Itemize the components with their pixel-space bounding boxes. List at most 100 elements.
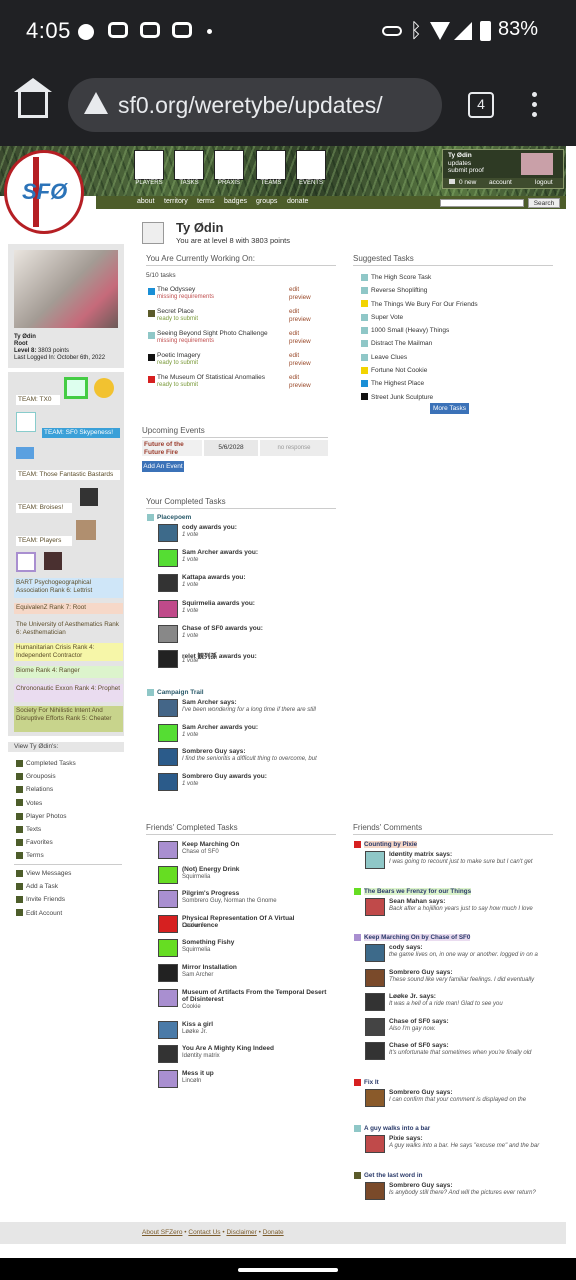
suggested-task-row[interactable]: Leave Clues	[361, 351, 541, 364]
avatar[interactable]	[158, 963, 178, 982]
preview-link[interactable]: preview	[289, 338, 311, 345]
avatar[interactable]	[158, 574, 178, 593]
team-broises[interactable]: TEAM: Broises!	[16, 503, 72, 513]
suggested-task-row[interactable]: Super Vote	[361, 311, 541, 324]
view-completed-tasks[interactable]: Completed Tasks	[16, 757, 76, 770]
search-input[interactable]	[440, 199, 524, 207]
preview-link[interactable]: preview	[289, 382, 311, 389]
suggested-task-name[interactable]: Leave Clues	[371, 354, 407, 361]
add-event-button[interactable]: Add An Event	[142, 461, 184, 472]
view-messages-link[interactable]: View Messages	[16, 867, 71, 880]
add-task-link[interactable]: Add a Task	[16, 880, 71, 893]
suggested-task-name[interactable]: Street Junk Sculpture	[371, 394, 433, 401]
avatar[interactable]	[158, 1045, 178, 1064]
not-secure-warning-icon[interactable]	[84, 92, 108, 114]
avatar[interactable]	[158, 524, 178, 542]
avatar[interactable]	[158, 865, 178, 884]
preview-link[interactable]: preview	[289, 360, 311, 367]
comment-task-name[interactable]: Keep Marching On by Chase of SF0	[364, 934, 471, 942]
friend-task-name[interactable]: You Are A Mighty King Indeed	[182, 1045, 332, 1052]
comment-author[interactable]: cody says:	[389, 944, 423, 951]
user-box-submit[interactable]: submit proof	[448, 167, 484, 174]
edit-link[interactable]: edit	[289, 286, 299, 293]
preview-link[interactable]: preview	[289, 294, 311, 301]
suggested-task-row[interactable]: Fortune Not Cookie	[361, 364, 541, 377]
rank-chrononautic[interactable]: Chrononautic Exxon Rank 4: Prophet	[14, 684, 123, 702]
comment-author[interactable]: Pixie says:	[389, 1135, 423, 1142]
completed-task-name[interactable]: Placepoem	[157, 514, 191, 521]
nav-players[interactable]: PLAYERS	[129, 180, 169, 186]
user-box-new[interactable]: 0 new	[459, 179, 476, 186]
activity-author[interactable]: Squirmelia awards you:	[182, 600, 255, 607]
comment-task-header[interactable]: The Bears we Frenzy for our Things	[354, 887, 554, 898]
home-button[interactable]	[18, 90, 48, 118]
avatar[interactable]	[158, 624, 178, 643]
nav-events[interactable]: EVENTS	[291, 180, 331, 186]
comment-task-name[interactable]: Get the last word in	[364, 1172, 422, 1179]
suggested-task-name[interactable]: The High Score Task	[371, 274, 431, 281]
rank-aesthematics[interactable]: The University of Aesthematics Rank 6: A…	[14, 620, 123, 638]
friend-task-player[interactable]: Squirmelia	[182, 947, 210, 953]
invite-friends-link[interactable]: Invite Friends	[16, 893, 71, 906]
comment-task-header[interactable]: Fix It	[354, 1078, 554, 1089]
team-badge[interactable]	[44, 552, 62, 570]
suggested-task-name[interactable]: Super Vote	[371, 314, 403, 321]
search-button[interactable]: Search	[528, 198, 560, 208]
menu-donate[interactable]: donate	[287, 198, 308, 205]
friend-task-name[interactable]: Museum of Artifacts From the Temporal De…	[182, 989, 332, 1003]
friend-task-name[interactable]: Keep Marching On	[182, 841, 332, 848]
user-avatar[interactable]	[521, 153, 553, 175]
suggested-task-name[interactable]: The Things We Bury For Our Friends	[371, 301, 478, 308]
comment-author[interactable]: Chase of SF0 says:	[389, 1042, 449, 1049]
avatar[interactable]	[158, 699, 178, 718]
avatar[interactable]	[158, 841, 178, 859]
friend-task-name[interactable]: Pilgrim's Progress	[182, 890, 332, 897]
user-box-name[interactable]: Ty Ødin	[448, 152, 472, 159]
avatar[interactable]	[158, 939, 178, 958]
user-box-logout[interactable]: logout	[535, 179, 553, 186]
activity-author[interactable]: Kattapa awards you:	[182, 574, 246, 581]
comment-author[interactable]: Sombrero Guy says:	[389, 1182, 453, 1189]
comment-author[interactable]: Sean Mahan says:	[389, 898, 445, 905]
activity-author[interactable]: Sombrero Guy says:	[182, 748, 246, 755]
comment-author[interactable]: Sombrero Guy says:	[389, 969, 453, 976]
rank-bart[interactable]: BART Psychogeographical Association Rank…	[14, 578, 123, 598]
event-name[interactable]: Future of the Future Fire	[142, 440, 202, 456]
comment-task-header[interactable]: A guy walks into a bar	[354, 1125, 554, 1135]
sf0-logo[interactable]: SFØ	[4, 150, 84, 234]
friend-task-player[interactable]: Chase of SF0	[182, 849, 219, 855]
avatar[interactable]	[158, 890, 178, 909]
tasks-icon[interactable]	[174, 150, 204, 180]
edit-link[interactable]: edit	[289, 308, 299, 315]
suggested-task-row[interactable]: The High Score Task	[361, 271, 541, 284]
avatar[interactable]	[158, 649, 178, 668]
working-task-name[interactable]: Secret Place	[157, 308, 194, 315]
comment-task-name[interactable]: The Bears we Frenzy for our Things	[364, 887, 472, 895]
activity-author[interactable]: cody awards you:	[182, 524, 237, 531]
team-sf0-skypeness[interactable]: TEAM: SF0 Skypeness!	[42, 428, 120, 438]
avatar[interactable]	[158, 748, 178, 767]
nav-praxis[interactable]: PRAXIS	[209, 180, 249, 186]
working-task-name[interactable]: Seeing Beyond Sight Photo Challenge	[157, 330, 268, 337]
suggested-task-row[interactable]: Street Junk Sculpture	[361, 391, 541, 404]
view-texts[interactable]: Texts	[16, 823, 76, 836]
footer-contact[interactable]: Contact Us	[188, 1229, 220, 1236]
friend-task-name[interactable]: Mirror Installation	[182, 964, 332, 971]
working-task-name[interactable]: The Odyssey	[157, 286, 195, 293]
avatar[interactable]	[365, 968, 385, 987]
suggested-task-row[interactable]: 1000 Small (Heavy) Things	[361, 324, 541, 337]
nav-tasks[interactable]: TASKS	[169, 180, 209, 186]
user-box-updates[interactable]: updates	[448, 160, 471, 167]
avatar[interactable]	[365, 1088, 385, 1107]
friend-task-name[interactable]: Kiss a girl	[182, 1021, 332, 1028]
team-badge[interactable]	[80, 488, 98, 506]
activity-author[interactable]: Sombrero Guy awards you:	[182, 773, 267, 780]
avatar[interactable]	[365, 993, 385, 1011]
rank-humanitarian[interactable]: Humanitarian Crisis Rank 4: Independent …	[14, 643, 123, 661]
suggested-task-row[interactable]: The Highest Place	[361, 377, 541, 390]
view-favorites[interactable]: Favorites	[16, 836, 76, 849]
avatar[interactable]	[158, 599, 178, 618]
footer-donate[interactable]: Donate	[263, 1229, 284, 1236]
view-player-photos[interactable]: Player Photos	[16, 810, 76, 823]
friend-task-player[interactable]: Cookie	[182, 1004, 201, 1010]
